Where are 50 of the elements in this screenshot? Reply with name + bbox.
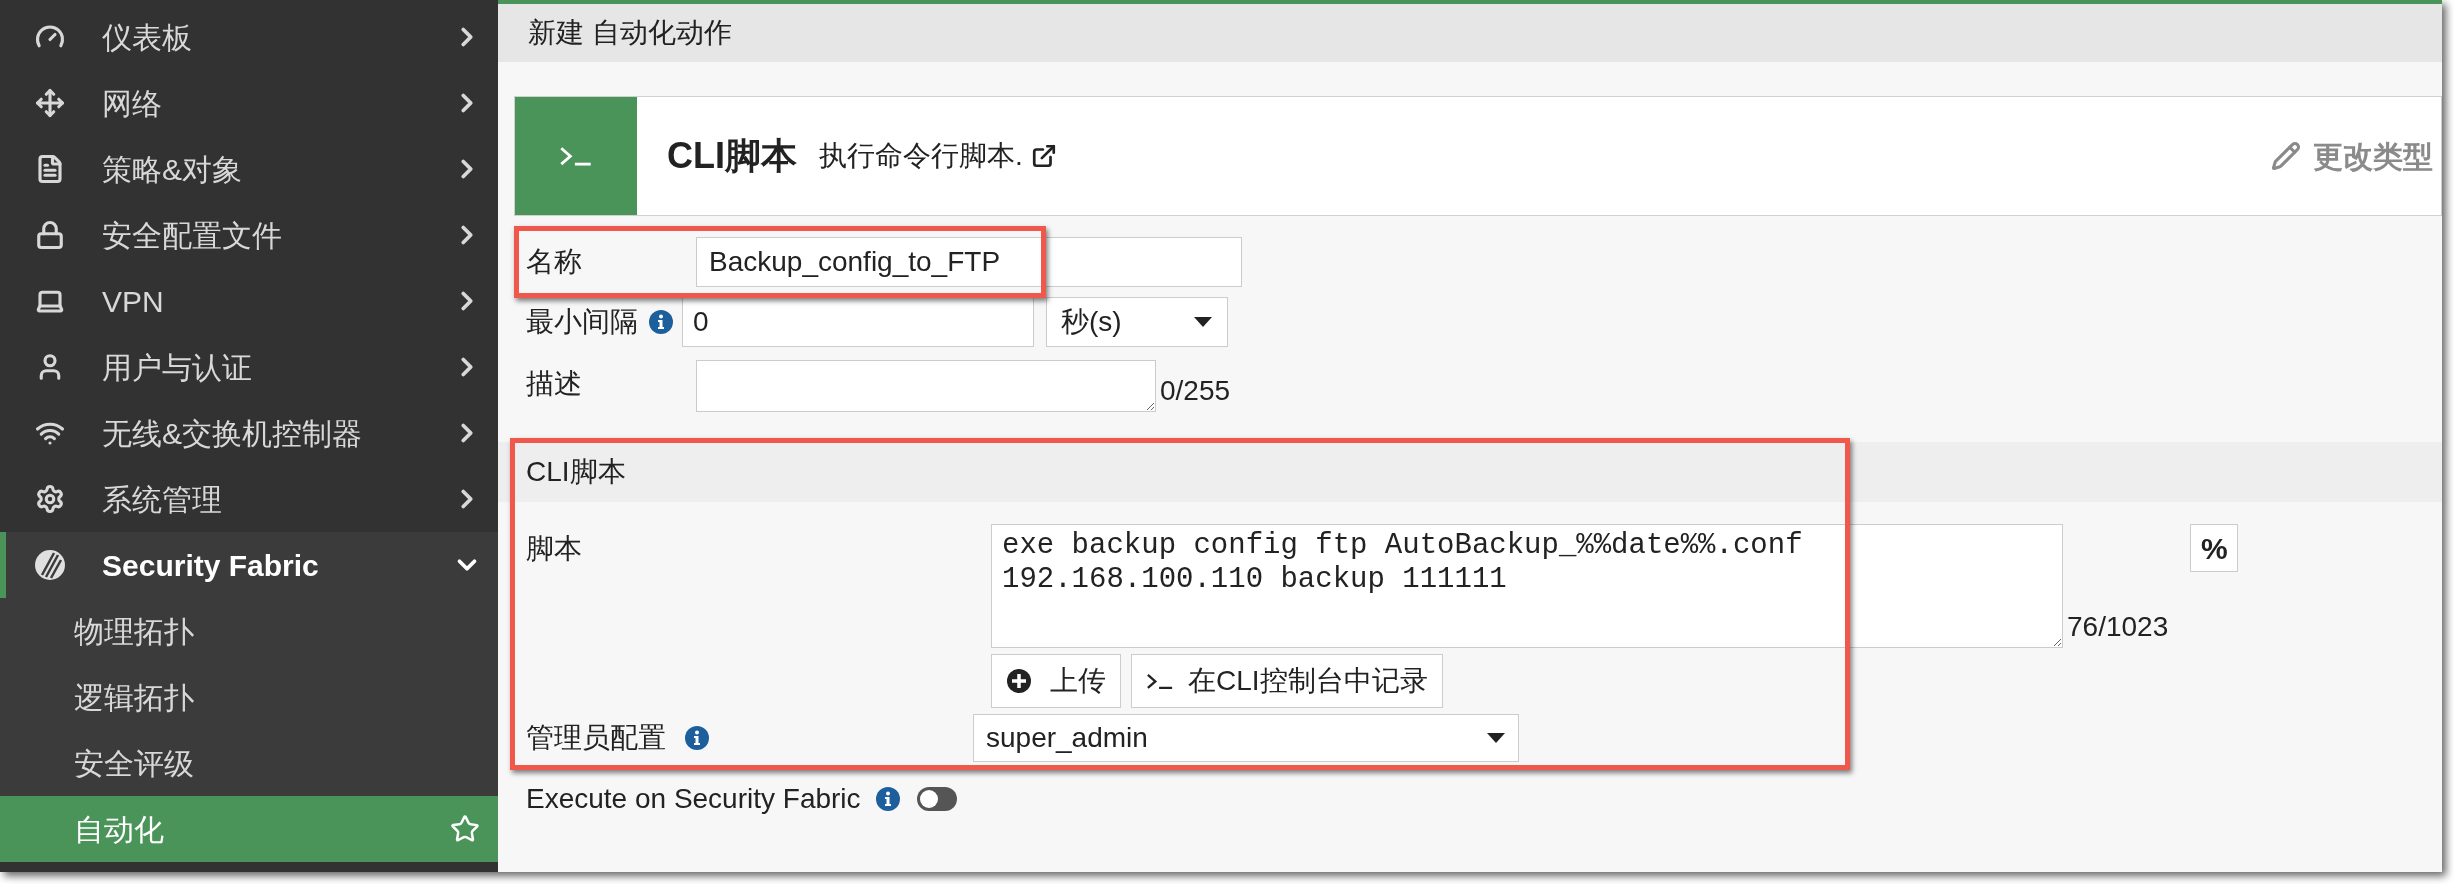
sidebar-subitem[interactable]: 自动化: [0, 796, 498, 862]
info-icon: [874, 786, 901, 812]
description-field[interactable]: [696, 360, 1156, 412]
plus-circle-icon: [1006, 668, 1032, 694]
sidebar-item[interactable]: 无线&交换机控制器: [0, 400, 498, 466]
field-label: 管理员配置: [526, 721, 666, 755]
sidebar-item[interactable]: VPN: [0, 268, 498, 334]
info-icon: [648, 309, 674, 335]
info-icon: [684, 725, 710, 751]
variable-button[interactable]: %: [2190, 524, 2239, 572]
action-description: 执行命令行脚本.: [819, 139, 1023, 173]
field-label: 脚本: [526, 532, 583, 566]
terminal-prompt-icon: [559, 145, 593, 167]
star-icon[interactable]: [450, 814, 480, 844]
page-title: 新建 自动化动作: [528, 16, 732, 50]
script-field[interactable]: exe backup config ftp AutoBackup_%%date%%.conf 192.168.100.110 backup 111111: [991, 524, 2063, 648]
sidebar-item[interactable]: 安全配置文件: [0, 202, 498, 268]
toggle-switch[interactable]: [916, 787, 957, 811]
lock-icon: [35, 220, 65, 250]
pencil-icon: [2271, 141, 2301, 171]
admin-profile-select[interactable]: super_admin: [973, 714, 1519, 762]
field-label: 最小间隔: [526, 305, 638, 339]
sidebar-subitem[interactable]: 安全评级: [0, 730, 498, 796]
move-icon: [35, 88, 65, 118]
upload-button[interactable]: 上传: [991, 654, 1121, 708]
sidebar-subitem[interactable]: 物理拓扑: [0, 598, 498, 664]
terminal-prompt-icon: [1146, 672, 1174, 690]
field-label: 名称: [526, 245, 583, 279]
caret-icon: [1193, 316, 1213, 328]
field-label: Execute on Security Fabric: [526, 782, 861, 816]
section-title: CLI脚本: [526, 455, 626, 489]
sidebar-item[interactable]: 策略&对象: [0, 136, 498, 202]
document-icon: [35, 154, 65, 184]
sidebar-subitem[interactable]: 逻辑拓扑: [0, 664, 498, 730]
field-label: 描述: [526, 367, 583, 401]
caret-icon: [1486, 732, 1506, 744]
sidebar-item[interactable]: 系统管理: [0, 466, 498, 532]
fabric-icon: [34, 549, 66, 581]
sidebar-item[interactable]: 用户与认证: [0, 334, 498, 400]
sidebar-item[interactable]: 仪表板: [0, 4, 498, 70]
record-cli-button[interactable]: 在CLI控制台中记录: [1131, 654, 1443, 708]
action-title: CLI脚本: [667, 134, 797, 178]
sidebar-item[interactable]: 网络: [0, 70, 498, 136]
gear-icon: [35, 484, 65, 514]
unit-select[interactable]: 秒(s): [1046, 297, 1228, 347]
character-counter: 76/1023: [2067, 610, 2169, 644]
external-link-icon[interactable]: [1030, 143, 1057, 169]
character-counter: 0/255: [1160, 374, 1231, 408]
interval-field[interactable]: 0: [682, 297, 1034, 347]
name-field[interactable]: Backup_config_to_FTP: [696, 237, 1242, 287]
